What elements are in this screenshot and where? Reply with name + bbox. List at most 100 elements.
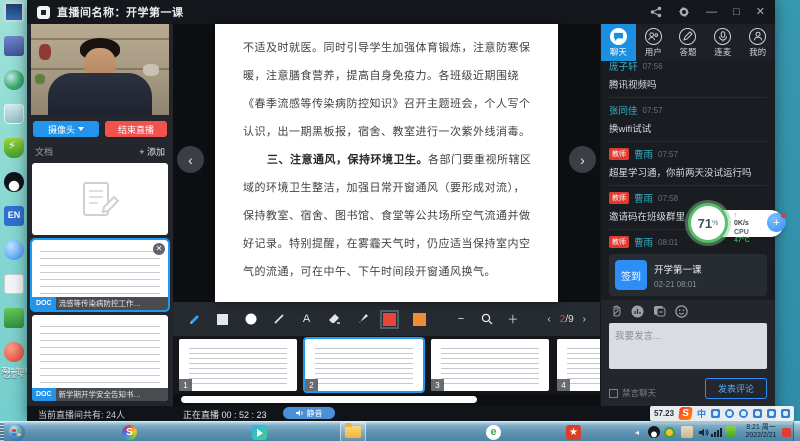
tray-security-shield-icon[interactable]	[725, 422, 736, 441]
color-swatch-red-selected[interactable]	[383, 313, 396, 326]
whiteboard-card[interactable]	[32, 163, 168, 235]
taskbar-video-app[interactable]	[252, 422, 267, 441]
tray-show-hidden-icons[interactable]: ◂	[632, 422, 642, 441]
remove-document-icon[interactable]: ✕	[153, 243, 165, 255]
page-next-icon[interactable]: ›	[583, 314, 586, 325]
360-security-icon[interactable]	[4, 138, 24, 158]
emoji-picker-icon[interactable]	[725, 409, 734, 418]
document-desktop-icon[interactable]	[4, 274, 24, 294]
tab-mine[interactable]: 我的	[740, 24, 775, 61]
mute-label: 静音	[307, 408, 323, 419]
tray-coin-icon[interactable]	[664, 422, 675, 441]
answer-sheet-icon[interactable]	[653, 305, 666, 317]
annotation-toolbar: A − ＋	[173, 302, 600, 336]
green-app-icon[interactable]	[4, 308, 24, 328]
tab-quiz[interactable]: 答题	[671, 24, 706, 61]
tray-qq-icon[interactable]	[648, 422, 660, 441]
mute-chat-label: 禁言聊天	[622, 387, 656, 399]
color-swatch-orange[interactable]	[413, 313, 426, 326]
taskbar-sogou-browser[interactable]: S	[122, 422, 137, 441]
add-document-button[interactable]: + 添加	[139, 145, 165, 158]
taskbar-clock[interactable]: 8:21 周一 2022/2/21	[740, 422, 782, 441]
recycle-bin-icon[interactable]	[4, 104, 24, 124]
tray-volume-icon[interactable]	[698, 422, 709, 441]
end-broadcast-button[interactable]: 结束直播	[105, 121, 167, 137]
tray-notification-badge[interactable]	[782, 422, 791, 441]
zoom-out-icon[interactable]: −	[453, 312, 468, 327]
share-icon[interactable]	[650, 6, 662, 18]
chinese-mode-indicator[interactable]: 中	[697, 407, 706, 420]
tab-users[interactable]: 用户	[636, 24, 671, 61]
sogou-logo-icon[interactable]: S	[678, 407, 692, 420]
voice-input-icon[interactable]	[739, 409, 748, 418]
circle-tool-icon[interactable]	[243, 312, 258, 327]
start-button[interactable]	[3, 422, 29, 441]
brush-tool-icon[interactable]	[355, 312, 370, 327]
tray-app-icon[interactable]	[681, 422, 693, 441]
internet-globe-icon[interactable]	[4, 70, 24, 90]
live-timer: 正在直播 00 : 52 : 23	[183, 408, 267, 421]
upload-arrow-icon: ↑	[734, 212, 738, 219]
thumbnail-scrollbar-thumb[interactable]	[181, 396, 477, 403]
mute-button[interactable]: 静音	[283, 407, 335, 419]
zoom-in-icon[interactable]: ＋	[505, 312, 520, 327]
tab-chat[interactable]: 聊天	[601, 24, 636, 61]
sender-name: 张同佳	[609, 103, 638, 117]
handwriting-pen-icon[interactable]	[711, 409, 720, 418]
en-language-badge[interactable]: EN	[4, 206, 24, 226]
raise-hand-icon[interactable]	[610, 305, 622, 317]
close-button[interactable]: ✕	[756, 7, 765, 18]
shelf-item	[143, 64, 159, 76]
page-thumbnail-3[interactable]: 3	[431, 339, 549, 391]
boost-ball-icon[interactable]: +	[767, 213, 786, 232]
next-page-arrow[interactable]: ›	[569, 146, 596, 173]
page-prev-icon[interactable]: ‹	[547, 314, 550, 325]
tim-desktop-icon[interactable]	[4, 240, 24, 260]
clock-time: 8:21 周一	[746, 424, 776, 432]
mute-chat-checkbox[interactable]: 禁言聊天	[609, 387, 656, 399]
document-card-selected[interactable]: ✕ DOC 流感等传染病防控工作…	[32, 240, 168, 310]
archive-app-icon[interactable]	[4, 36, 24, 56]
emoji-smiley-icon[interactable]	[675, 305, 688, 318]
document-card[interactable]: DOC 新学期开学安全告知书…	[32, 315, 168, 401]
computer-icon[interactable]	[4, 2, 24, 22]
red-app-icon[interactable]	[4, 342, 24, 362]
minimize-button[interactable]: —	[706, 7, 717, 18]
tray-network-icon[interactable]	[711, 422, 722, 441]
page-thumbnail-2-selected[interactable]: 2	[305, 339, 423, 391]
show-desktop-button[interactable]	[793, 422, 800, 441]
pencil-tool-icon[interactable]	[187, 312, 202, 327]
camera-dropdown-button[interactable]: 摄像头	[33, 121, 99, 137]
toolbox-icon[interactable]	[781, 409, 790, 418]
page-thumbnail-1[interactable]: 1	[179, 339, 297, 391]
chat-message-list[interactable]: 庞子轩 07:56 腾讯视频吗 张同佳 07:57 换wifi试试	[601, 61, 775, 300]
webcam-preview	[31, 24, 169, 115]
maximize-button[interactable]: □	[733, 7, 740, 18]
teacher-badge: 教师	[609, 148, 629, 160]
cpu-usage-percent: 71	[698, 216, 712, 231]
chat-bubble-icon	[610, 28, 627, 45]
previous-page-arrow[interactable]: ‹	[177, 146, 204, 173]
settings-gear-icon[interactable]	[678, 6, 690, 18]
sogou-input-bar[interactable]: 57.23 S 中	[650, 406, 794, 421]
magnifier-icon[interactable]	[479, 312, 494, 327]
live-broadcast-app-window: 直播间名称：开学第一课 — □ ✕	[27, 0, 775, 421]
cpu-usage-circle[interactable]: 71%	[688, 203, 728, 243]
taskbar-e-browser[interactable]: e	[486, 422, 501, 441]
tab-mic-connect[interactable]: 连麦	[705, 24, 740, 61]
chat-message-input[interactable]	[609, 323, 767, 369]
qq-desktop-icon[interactable]	[4, 172, 24, 192]
soft-keyboard-icon[interactable]	[753, 409, 762, 418]
signin-button[interactable]: 签到	[615, 260, 647, 290]
rectangle-tool-icon[interactable]	[215, 312, 230, 327]
line-tool-icon[interactable]	[271, 312, 286, 327]
taskbar-chaoxing[interactable]: ★	[566, 422, 581, 441]
page-thumbnail-4[interactable]: 4	[557, 339, 600, 391]
text-tool-icon[interactable]: A	[299, 312, 314, 327]
post-comment-button[interactable]: 发表评论	[705, 378, 767, 399]
doc-line: 《春季流感等传染病防控知识》召开主题班会，个人写个	[243, 90, 530, 118]
eraser-tool-icon[interactable]	[327, 312, 342, 327]
taskbar-explorer-active[interactable]	[340, 422, 366, 441]
poll-chart-icon[interactable]	[631, 305, 644, 318]
skin-shirt-icon[interactable]	[767, 409, 776, 418]
